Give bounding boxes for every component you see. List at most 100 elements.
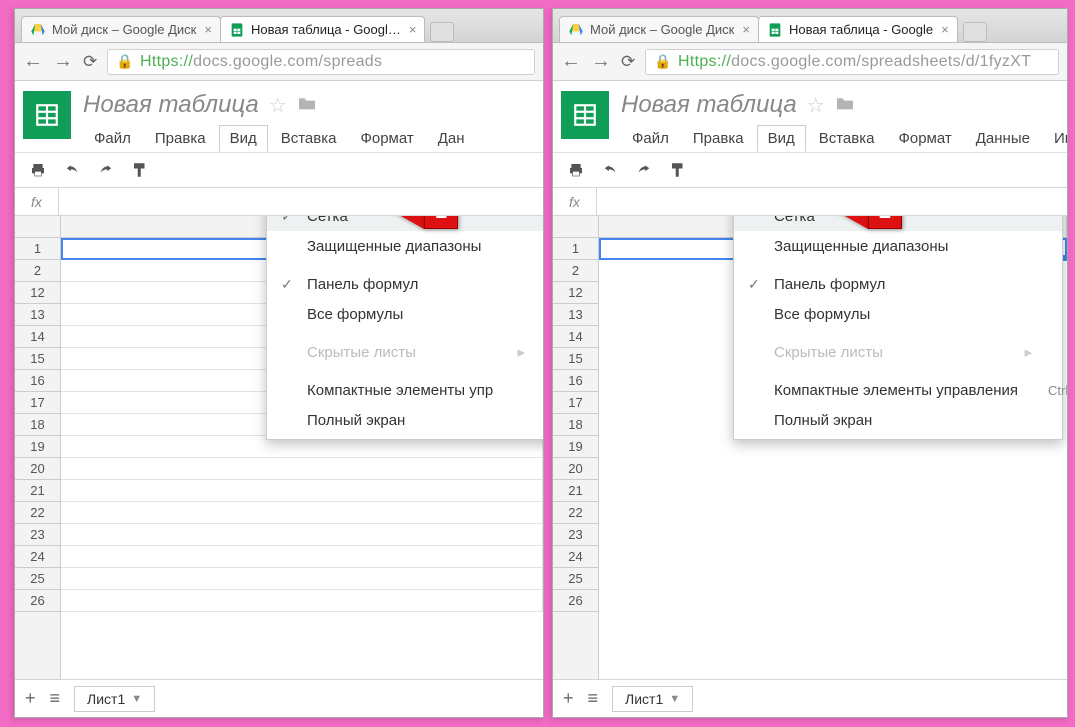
row-header[interactable]: 23 [553,524,598,546]
row-header[interactable]: 12 [15,282,60,304]
menu-formula-bar[interactable]: ✓Панель формул [734,269,1062,299]
cell[interactable] [61,502,543,524]
doc-title[interactable]: Новая таблица [621,91,797,119]
address-bar[interactable]: 🔒 Https:// docs.google.com/spreadsheets/… [645,49,1059,75]
star-icon[interactable]: ☆ [269,93,287,118]
cell[interactable] [599,502,1067,524]
cell[interactable] [61,546,543,568]
row-header[interactable]: 14 [15,326,60,348]
menu-protected-ranges[interactable]: Защищенные диапазоны [267,231,543,261]
row-header[interactable]: 15 [15,348,60,370]
row-header[interactable]: 21 [553,480,598,502]
menu-fullscreen[interactable]: Полный экран [267,405,543,435]
browser-tab-sheets[interactable]: Новая таблица - Googl… × [220,16,426,42]
row-header[interactable]: 24 [553,546,598,568]
redo-icon[interactable] [97,163,115,177]
menu-data[interactable]: Данные [965,125,1041,152]
menu-format[interactable]: Формат [349,125,424,152]
chevron-down-icon[interactable]: ▼ [669,693,680,705]
star-icon[interactable]: ☆ [807,93,825,118]
cell[interactable] [61,590,543,612]
row-header[interactable]: 18 [15,414,60,436]
row-header[interactable]: 14 [553,326,598,348]
spreadsheet-grid[interactable]: A 12121314151617181920212223242526 Закре… [553,216,1067,679]
menu-insert[interactable]: Вставка [808,125,886,152]
close-icon[interactable]: × [742,22,750,37]
sheet-tab[interactable]: Лист1▼ [612,686,693,712]
cell[interactable] [599,480,1067,502]
row-header[interactable]: 17 [553,392,598,414]
cell[interactable] [61,480,543,502]
row-header[interactable]: 18 [553,414,598,436]
row-header[interactable]: 17 [15,392,60,414]
new-tab-button[interactable] [430,22,454,42]
print-icon[interactable] [29,162,47,178]
row-header[interactable]: 13 [15,304,60,326]
menu-insert[interactable]: Вставка [270,125,348,152]
row-header[interactable]: 13 [553,304,598,326]
undo-icon[interactable] [63,163,81,177]
menu-data[interactable]: Дан [427,125,476,152]
row-header[interactable]: 25 [15,568,60,590]
sheet-tab[interactable]: Лист1▼ [74,686,155,712]
row-header[interactable]: 23 [15,524,60,546]
menu-compact-controls[interactable]: Компактные элементы упр [267,375,543,405]
row-header[interactable]: 21 [15,480,60,502]
cell[interactable] [599,568,1067,590]
menu-all-formulas[interactable]: Все формулы [734,299,1062,329]
cell[interactable] [599,524,1067,546]
row-header[interactable]: 24 [15,546,60,568]
sheets-logo[interactable] [23,91,71,139]
forward-button[interactable]: → [53,50,73,73]
row-header[interactable]: 12 [553,282,598,304]
menu-protected-ranges[interactable]: Защищенные диапазоны [734,231,1062,261]
row-header[interactable]: 20 [553,458,598,480]
menu-format[interactable]: Формат [887,125,962,152]
row-header[interactable]: 2 [553,260,598,282]
reload-button[interactable]: ⟳ [83,52,97,72]
menu-compact-controls[interactable]: Компактные элементы управленияCtrl+ [734,375,1062,405]
browser-tab-drive[interactable]: Мой диск – Google Диск × [559,16,759,42]
row-header[interactable]: 26 [553,590,598,612]
menu-tools[interactable]: Инструме [1043,125,1068,152]
reload-button[interactable]: ⟳ [621,52,635,72]
address-bar[interactable]: 🔒 Https:// docs.google.com/spreads [107,49,535,75]
add-sheet-button[interactable]: + [25,688,36,709]
menu-file[interactable]: Файл [621,125,680,152]
row-header[interactable]: 26 [15,590,60,612]
back-button[interactable]: ← [561,50,581,73]
sheets-logo[interactable] [561,91,609,139]
cell[interactable] [61,568,543,590]
paint-format-icon[interactable] [131,161,149,179]
close-icon[interactable]: × [204,22,212,37]
forward-button[interactable]: → [591,50,611,73]
row-header[interactable]: 19 [15,436,60,458]
row-header[interactable]: 16 [553,370,598,392]
cell[interactable] [61,524,543,546]
row-header[interactable]: 20 [15,458,60,480]
menu-view[interactable]: Вид [757,125,806,152]
cell[interactable] [599,546,1067,568]
folder-icon[interactable] [297,94,317,117]
redo-icon[interactable] [635,163,653,177]
select-all-corner[interactable] [15,216,61,238]
cell[interactable] [599,458,1067,480]
menu-file[interactable]: Файл [83,125,142,152]
row-header[interactable]: 19 [553,436,598,458]
chevron-down-icon[interactable]: ▼ [131,693,142,705]
row-header[interactable]: 22 [553,502,598,524]
menu-fullscreen[interactable]: Полный экран [734,405,1062,435]
close-icon[interactable]: × [941,22,949,37]
paint-format-icon[interactable] [669,161,687,179]
doc-title[interactable]: Новая таблица [83,91,259,119]
add-sheet-button[interactable]: + [563,688,574,709]
menu-edit[interactable]: Правка [144,125,217,152]
browser-tab-drive[interactable]: Мой диск – Google Диск × [21,16,221,42]
row-header[interactable]: 15 [553,348,598,370]
close-icon[interactable]: × [409,22,417,37]
menu-formula-bar[interactable]: ✓Панель формул [267,269,543,299]
row-header[interactable]: 16 [15,370,60,392]
folder-icon[interactable] [835,94,855,117]
cell[interactable] [599,590,1067,612]
back-button[interactable]: ← [23,50,43,73]
